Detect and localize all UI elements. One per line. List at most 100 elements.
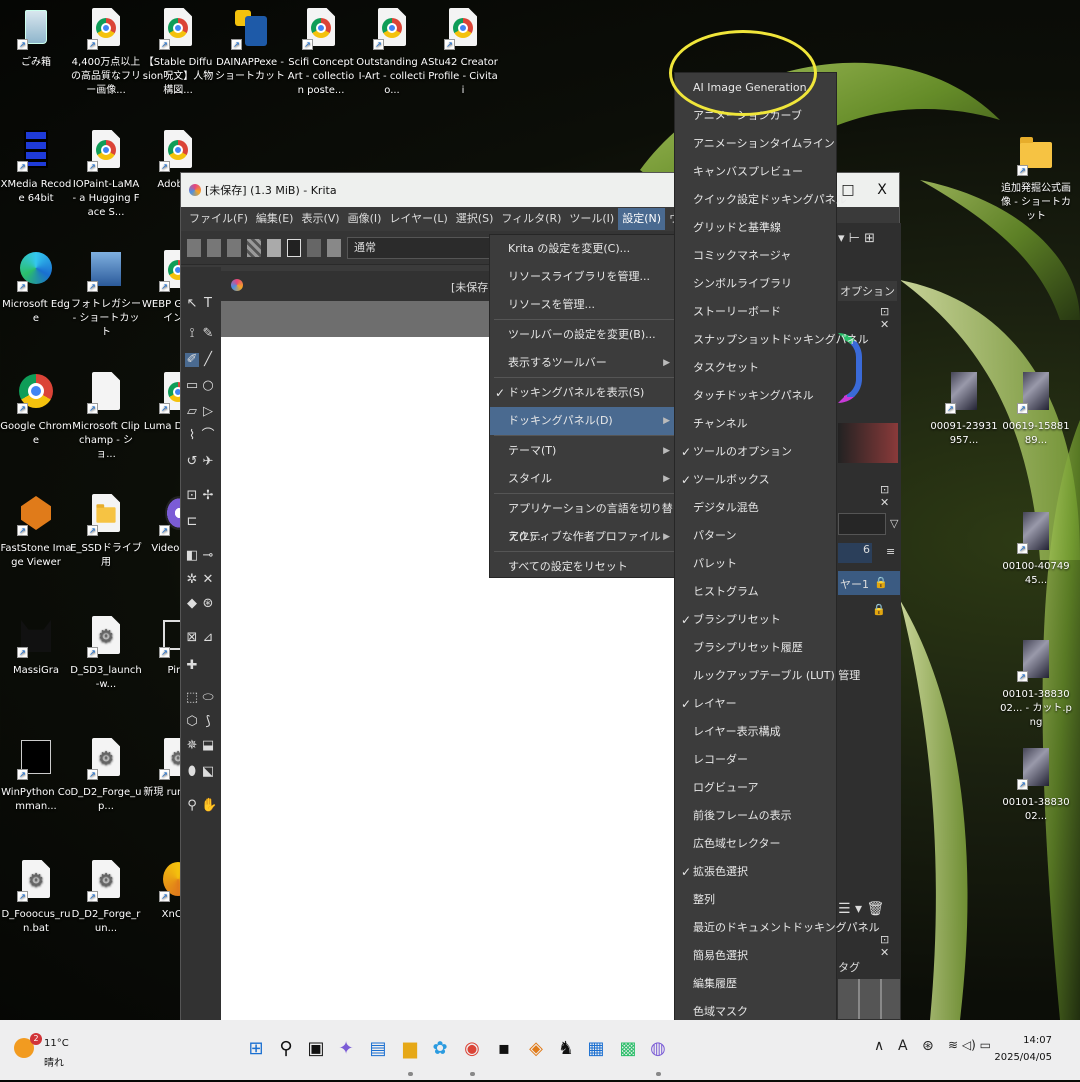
docker-menu-item-27[interactable]: 広色域セレクター [675, 830, 836, 858]
blend-mode-select[interactable]: 通常 [347, 236, 497, 259]
docker-menu-item-12[interactable]: チャンネル [675, 410, 836, 438]
desktop-icon-d10[interactable]: ↗ Microsoft Edge [0, 250, 72, 326]
assistant-tool-icon[interactable]: ◧ [185, 549, 199, 563]
tool-options-tab[interactable]: オプション [838, 281, 897, 301]
desktop-icon-recycle[interactable]: ↗ ごみ箱 [0, 8, 72, 70]
desktop-icon-d25[interactable]: ⚙ ↗ D_Fooocus_run.bat [0, 860, 72, 936]
docker-menu-item-18[interactable]: ヒストグラム [675, 578, 836, 606]
desktop-icon-d23[interactable]: ⚙ ↗ D_D2_Forge_up... [70, 738, 142, 814]
desktop-icon-d17[interactable]: ↗ E_SSDドライブ用 [70, 494, 142, 570]
magnetic-tool-icon[interactable]: ✵ [185, 739, 199, 753]
menu-3[interactable]: 画像(I) [344, 208, 386, 230]
brush-preset-grid[interactable] [838, 979, 900, 1019]
desktop-icon-d19[interactable]: ↗ MassiGra [0, 616, 72, 678]
colorize-tool-icon[interactable]: ✕ [201, 573, 215, 587]
desktop-icon-d4[interactable]: ↗ Scifi Concept Art - collection poste... [285, 8, 357, 98]
docker-menu-item-29[interactable]: 整列 [675, 886, 836, 914]
new-document-icon[interactable] [187, 238, 201, 257]
gradient-icon[interactable] [267, 238, 281, 257]
smart-patch-tool-icon[interactable]: ◆ [185, 597, 199, 611]
terminal-icon[interactable]: ▪ [492, 1036, 516, 1062]
dock-icon-1[interactable]: ▾ ⊢ ⊞ [838, 231, 875, 246]
layer-blend-select[interactable] [838, 513, 886, 535]
pin-tool-icon[interactable]: ⊛ [201, 597, 215, 611]
select-tool-icon[interactable]: ↖ [185, 297, 199, 311]
layer-lock-icon-2[interactable]: 🔒 [872, 603, 886, 616]
desktop-icon-d13[interactable]: ↗ Google Chrome [0, 372, 72, 448]
brush-tool-icon[interactable]: ✎ [201, 327, 215, 341]
task-view-icon[interactable]: ▣ [304, 1036, 328, 1062]
docker-menu-item-23[interactable]: レイヤー表示構成 [675, 718, 836, 746]
brush-preset-icon[interactable] [327, 238, 341, 257]
desktop-icon-d32[interactable]: ↗ 00101-3883002... - カット.png [1000, 640, 1072, 730]
copilot-icon[interactable]: ✦ [334, 1036, 358, 1062]
settings-menu-item-3[interactable]: ツールバーの設定を変更(B)... [490, 321, 676, 349]
krita-taskbar-icon[interactable]: ◍ [646, 1036, 670, 1062]
measure-tool-icon[interactable]: ⊸ [201, 549, 215, 563]
pan-tool-icon[interactable]: ⬮ [185, 765, 199, 779]
photos-icon[interactable]: ✿ [428, 1036, 452, 1062]
search-icon[interactable]: ⚲ [274, 1036, 298, 1062]
ime-indicator[interactable]: A [898, 1038, 908, 1054]
transform-tool-icon[interactable]: ⟟ [185, 327, 199, 341]
crop-tool-icon[interactable]: ↺ [185, 455, 199, 469]
gradient-tool-icon[interactable]: ✢ [201, 489, 215, 503]
tool-tool-icon[interactable]: ✋ [201, 799, 217, 813]
desktop-icon-d5[interactable]: ↗ Outstanding AI-Art - collectio... [356, 8, 428, 98]
brush-float-close-icon[interactable]: ⊡ ✕ [880, 933, 901, 959]
desktop-icon-d30[interactable]: ↗ 00619-1588189... [1000, 372, 1072, 448]
settings-menu-item-5[interactable]: ✓ ドッキングパネルを表示(S) [490, 379, 676, 407]
docker-menu-item-7[interactable]: シンボルライブラリ [675, 270, 836, 298]
faststone-taskbar-icon[interactable]: ◈ [524, 1036, 548, 1062]
app-taskbar-icon[interactable]: ▩ [616, 1036, 640, 1062]
weather-widget[interactable]: 2 11°C 晴れ [10, 1030, 70, 1070]
layers-float-close-icon[interactable]: ⊡ ✕ [880, 483, 901, 509]
chrome-taskbar-icon[interactable]: ◉ [460, 1036, 484, 1062]
picker-tool-icon[interactable]: ⊏ [185, 515, 199, 529]
contig-select-tool-icon[interactable]: ⬭ [201, 691, 215, 705]
docker-menu-item-24[interactable]: レコーダー [675, 746, 836, 774]
color-swap-icon[interactable] [287, 238, 301, 257]
settings-menu-item-11[interactable]: すべての設定をリセット [490, 553, 676, 581]
docker-menu-item-6[interactable]: コミックマネージャ [675, 242, 836, 270]
settings-menu-item-2[interactable]: リソースを管理... [490, 291, 676, 319]
open-document-icon[interactable] [207, 238, 221, 257]
start-icon[interactable]: ⊞ [244, 1036, 268, 1062]
desktop-icon-d16[interactable]: ↗ FastStone Image Viewer [0, 494, 72, 570]
menu-5[interactable]: 選択(S) [452, 208, 498, 230]
docker-menu-item-30[interactable]: 最近のドキュメントドッキングパネル [675, 914, 880, 942]
desktop-icon-d29[interactable]: ↗ 00091-23931957... [928, 372, 1000, 448]
settings-menu-item-9[interactable]: アプリケーションの言語を切り替え(L)... [490, 495, 676, 543]
docker-menu-item-11[interactable]: タッチドッキングパネル [675, 382, 836, 410]
brush-settings-icon[interactable] [307, 238, 321, 257]
settings-menu-item-7[interactable]: テーマ(T) ▶ [490, 437, 676, 465]
desktop-icon-d7[interactable]: ↗ XMedia Recode 64bit [0, 130, 72, 206]
docker-menu-item-8[interactable]: ストーリーボード [675, 298, 836, 326]
docker-menu-item-20[interactable]: ブラシプリセット履歴 [675, 634, 836, 662]
similar-select-tool-icon[interactable]: ⬡ [185, 715, 199, 729]
settings-menu-item-0[interactable]: Krita の設定を変更(C)... [490, 235, 676, 263]
desktop-icon-d33[interactable]: ↗ 00101-3883002... [1000, 748, 1072, 824]
docker-menu-item-31[interactable]: 簡易色選択 [675, 942, 836, 970]
settings-menu-item-10[interactable]: アクティブな作者プロファイル ▶ [490, 523, 676, 551]
grid-tool-icon[interactable]: ⊡ [185, 489, 199, 503]
docker-menu-item-10[interactable]: タスクセット [675, 354, 836, 382]
polygon-tool-icon[interactable]: ○ [201, 379, 215, 393]
brush-tag-label[interactable]: タグ [838, 959, 860, 975]
store-icon[interactable]: ▤ [366, 1036, 390, 1062]
settings-menu-item-8[interactable]: スタイル ▶ [490, 465, 676, 493]
settings-menu-item-6[interactable]: ドッキングパネル(D) ▶ [490, 407, 676, 435]
menu-1[interactable]: 編集(E) [252, 208, 298, 230]
poly-select-tool-icon[interactable]: ✚ [185, 659, 199, 673]
menu-0[interactable]: ファイル(F) [185, 208, 252, 230]
docker-menu-item-9[interactable]: スナップショットドッキングパネル [675, 326, 869, 354]
save-icon[interactable] [227, 238, 241, 257]
docker-menu-item-5[interactable]: グリッドと基準線 [675, 214, 836, 242]
rect-select-tool-icon[interactable]: ⊠ [185, 631, 199, 645]
docker-menu-item-21[interactable]: ルックアップテーブル (LUT) 管理 [675, 662, 860, 690]
docker-menu-item-15[interactable]: デジタル混色 [675, 494, 836, 522]
docker-menu-item-19[interactable]: ✓ ブラシプリセット [675, 606, 836, 634]
desktop-icon-d14[interactable]: ↗ Microsoft Clipchamp - ショ... [70, 372, 142, 462]
opacity-field[interactable]: 6 [838, 543, 872, 563]
desktop-icon-d6[interactable]: ↗ Stu42 Creator Profile - Civitai [427, 8, 499, 98]
